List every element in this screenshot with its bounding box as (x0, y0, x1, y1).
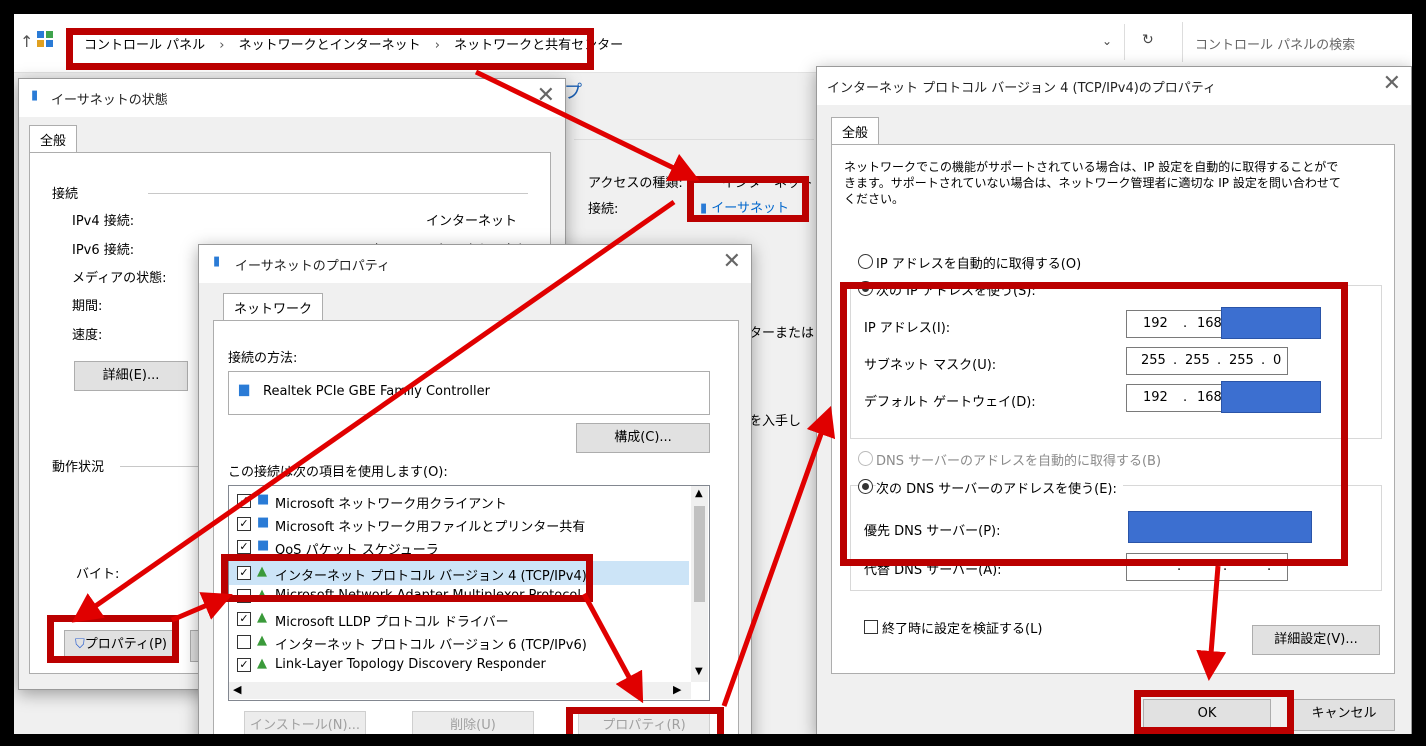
screenshot-frame: ↑ コントロール パネル › ネットワークとインターネット › ネットワークと共… (14, 14, 1412, 734)
arrow (1196, 565, 1227, 681)
arrow (171, 592, 233, 623)
arrow (71, 199, 676, 623)
annotation-arrows (71, 69, 1227, 707)
arrow (474, 69, 700, 181)
arrow (581, 592, 644, 704)
arrow (721, 405, 836, 707)
